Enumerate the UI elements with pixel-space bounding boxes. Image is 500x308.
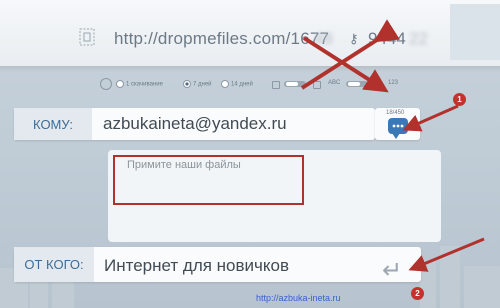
clock-icon — [100, 78, 112, 90]
option-123[interactable]: 123 — [388, 80, 398, 86]
return-icon[interactable]: ↵ — [382, 256, 402, 285]
footer-link[interactable]: http://azbuka-ineta.ru — [256, 293, 341, 303]
arrow-to-return — [408, 237, 485, 272]
code-type-toggle[interactable] — [346, 81, 368, 87]
unlock-icon — [272, 81, 280, 89]
annotation-badge-2: 2 — [411, 287, 424, 300]
download-link[interactable]: http://dropmefiles.com/1677 — [114, 29, 329, 49]
recipient-label: КОМУ: — [14, 108, 92, 140]
password-code[interactable]: 9444 — [368, 29, 406, 49]
protection-toggle[interactable] — [284, 81, 306, 87]
option-fourteen-days-label: 14 дней — [231, 81, 253, 88]
sender-name[interactable]: Интернет для новичков — [104, 256, 289, 276]
char-counter: 18/450 — [386, 110, 405, 116]
annotation-badge-1: 1 — [453, 93, 466, 106]
option-one-download-label: 1 скачивание — [126, 81, 163, 88]
sender-label: ОТ КОГО: — [14, 247, 94, 282]
lock-icon — [313, 81, 321, 89]
contact-icon[interactable] — [388, 118, 408, 139]
radio-seven-days[interactable] — [183, 80, 191, 88]
copy-button[interactable] — [450, 4, 500, 60]
option-seven-days-label: 7 дней — [193, 81, 212, 88]
option-seven-days[interactable]: 7 дней — [183, 80, 212, 88]
options-bar: 1 скачивание 7 дней 14 дней ABC 123 — [100, 78, 420, 94]
radio-one-download[interactable] — [116, 80, 124, 88]
recipient-email[interactable]: azbukaineta@yandex.ru — [103, 114, 287, 134]
option-one-download[interactable]: 1 скачивание — [116, 80, 163, 88]
radio-fourteen-days[interactable] — [221, 80, 229, 88]
option-abc[interactable]: ABC — [328, 80, 340, 86]
key-icon: ⚷ — [349, 31, 359, 46]
top-bar-shadow — [0, 66, 500, 72]
password-hidden-part: 22 — [409, 29, 428, 48]
option-fourteen-days[interactable]: 14 дней — [221, 80, 253, 88]
download-link-hidden-part: 48 — [314, 29, 333, 48]
file-icon — [79, 28, 95, 46]
annotation-highlight-box — [113, 155, 304, 205]
